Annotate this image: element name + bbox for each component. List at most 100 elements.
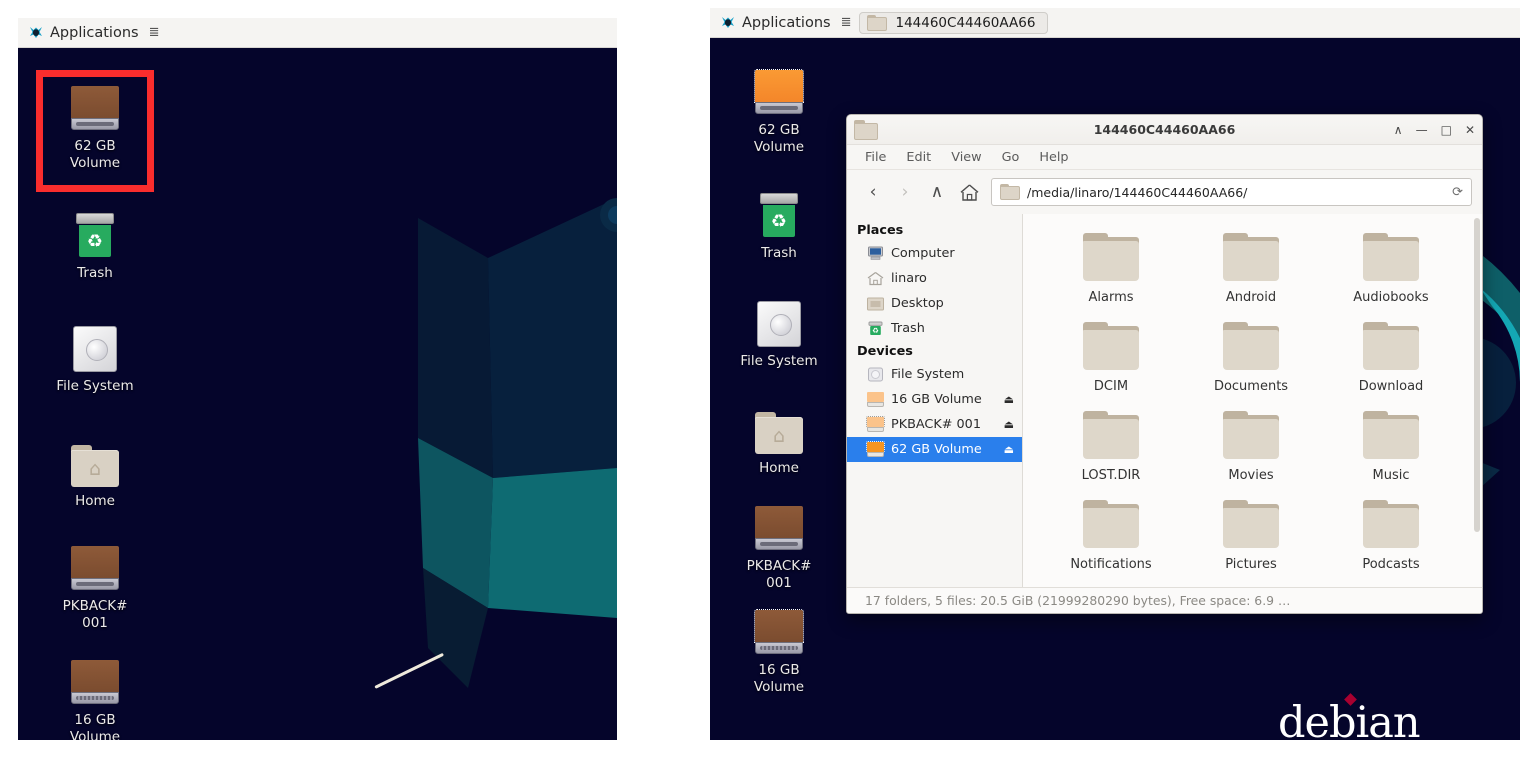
applications-menu-right[interactable]: Applications ≣ (710, 8, 851, 37)
removable-volume-icon (42, 650, 148, 706)
sidebar-item-pkback-001[interactable]: PKBACK# 001 ⏏ (847, 412, 1022, 437)
path-input[interactable]: /media/linaro/144460C44460AA66/ ⟳ (991, 178, 1472, 206)
home-folder-icon: ⌂ (42, 431, 148, 487)
home-button[interactable] (953, 177, 985, 207)
applications-menu-left[interactable]: Applications ≣ (18, 18, 159, 47)
volume-icon (867, 392, 884, 407)
forward-button[interactable]: › (889, 177, 921, 207)
eject-icon[interactable]: ⏏ (1004, 393, 1014, 406)
file-item[interactable]: Movies (1181, 404, 1321, 483)
desktop-icon-label: Volume (42, 155, 148, 172)
status-bar: 17 folders, 5 files: 20.5 GiB (219992802… (847, 587, 1482, 613)
eject-icon[interactable]: ⏏ (1004, 443, 1014, 456)
file-item[interactable]: LOST.DIR (1041, 404, 1181, 483)
vertical-scrollbar[interactable] (1474, 218, 1480, 583)
file-item-label: Notifications (1041, 557, 1181, 572)
menu-item-view[interactable]: View (951, 150, 981, 165)
up-button[interactable]: ∧ (921, 177, 953, 207)
desktop-icon-trash[interactable]: ♻ Trash (726, 183, 832, 262)
desktop-icon-label: 62 GB (42, 138, 148, 155)
file-item[interactable]: DCIM (1041, 315, 1181, 394)
sidebar-item-label: PKBACK# 001 (891, 417, 981, 432)
sidebar-item-computer[interactable]: Computer (847, 241, 1022, 266)
removable-volume-icon (42, 76, 148, 132)
folder-icon (1181, 493, 1321, 555)
trash-icon: ♻ (867, 321, 884, 336)
sidebar-item-label: linaro (891, 271, 927, 286)
debian-logo: debian (1278, 698, 1420, 740)
sidebar-item-desktop[interactable]: Desktop (847, 291, 1022, 316)
reload-icon[interactable]: ⟳ (1452, 185, 1463, 200)
back-button[interactable]: ‹ (857, 177, 889, 207)
menu-item-edit[interactable]: Edit (906, 150, 931, 165)
file-item[interactable]: Podcasts (1321, 493, 1461, 572)
desktop-icon-home[interactable]: ⌂ Home (42, 431, 148, 510)
sidebar-item-trash[interactable]: ♻ Trash (847, 316, 1022, 341)
file-item[interactable]: Alarms (1041, 226, 1181, 305)
sidebar-group-devices-title: Devices (847, 341, 1022, 362)
desktop-icon-62gb-volume[interactable]: 62 GB Volume (726, 60, 832, 156)
folder-icon (1041, 404, 1181, 466)
maximize-button[interactable]: □ (1441, 123, 1452, 137)
desktop-icon-62gb-volume[interactable]: 62 GB Volume (42, 76, 148, 172)
applications-label: Applications (50, 25, 139, 41)
desktop-icon-trash[interactable]: ♻ Trash (42, 203, 148, 282)
desktop-icon-home[interactable]: ⌂ Home (726, 398, 832, 477)
close-button[interactable]: ✕ (1465, 123, 1475, 137)
menu-item-go[interactable]: Go (1002, 150, 1020, 165)
toolbar: ‹ › ∧ /media/linaro/144460C44460AA66/ ⟳ (847, 170, 1482, 214)
sidebar-item-16gb-volume[interactable]: 16 GB Volume ⏏ (847, 387, 1022, 412)
file-item[interactable]: Notifications (1041, 493, 1181, 572)
hamburger-icon[interactable]: ≣ (149, 25, 160, 40)
file-list-view[interactable]: Alarms Android Audiobooks DCIM Documents… (1023, 214, 1482, 587)
xfce-mouse-icon (720, 15, 736, 31)
desktop-icon-label: 16 GB (726, 662, 832, 679)
hamburger-icon[interactable]: ≣ (841, 15, 852, 30)
desktop-icon-label: Home (42, 493, 148, 510)
sidebar-item-62gb-volume[interactable]: 62 GB Volume ⏏ (847, 437, 1022, 462)
desktop-icon-file-system[interactable]: File System (42, 316, 148, 395)
sidebar-item-linaro[interactable]: linaro (847, 266, 1022, 291)
file-item[interactable]: Android (1181, 226, 1321, 305)
file-item[interactable]: Music (1321, 404, 1461, 483)
file-item[interactable]: Pictures (1181, 493, 1321, 572)
shade-button[interactable]: ∧ (1394, 123, 1403, 137)
home-icon (867, 271, 884, 286)
desktop-icon-16gb-volume[interactable]: 16 GB Volume (42, 650, 148, 740)
menu-item-help[interactable]: Help (1039, 150, 1068, 165)
file-item[interactable]: Download (1321, 315, 1461, 394)
file-item-label: Documents (1181, 379, 1321, 394)
scrollbar-thumb[interactable] (1474, 218, 1480, 532)
file-item[interactable]: Audiobooks (1321, 226, 1461, 305)
desktop-icon-pkback-001[interactable]: PKBACK# 001 (42, 536, 148, 632)
left-desktop-screenshot: Applications ≣ (18, 18, 617, 740)
sidebar-item-label: 16 GB Volume (891, 392, 982, 407)
desktop-icon-label: Trash (42, 265, 148, 282)
trash-icon: ♻ (726, 183, 832, 239)
file-item-label: Download (1321, 379, 1461, 394)
desktop-icon-file-system[interactable]: File System (726, 291, 832, 370)
file-item[interactable]: Documents (1181, 315, 1321, 394)
applications-label: Applications (742, 15, 831, 31)
folder-icon (1041, 493, 1181, 555)
folder-icon (1041, 315, 1181, 377)
desktop-icon-label: 001 (726, 575, 832, 592)
file-grid: Alarms Android Audiobooks DCIM Documents… (1023, 214, 1482, 582)
folder-icon (1321, 493, 1461, 555)
menu-item-file[interactable]: File (865, 150, 886, 165)
left-wallpaper: 62 GB Volume ♻ Trash File System ⌂ Home (18, 48, 617, 740)
computer-icon (867, 246, 884, 261)
desktop-icon-label: File System (42, 378, 148, 395)
taskbar-button-file-manager[interactable]: 144460C44460AA66 (859, 12, 1048, 34)
xfce-mouse-icon (28, 25, 44, 41)
volume-icon (867, 442, 884, 457)
desktop-icon-pkback-001[interactable]: PKBACK# 001 (726, 496, 832, 592)
sidebar-item-label: Computer (891, 246, 955, 261)
eject-icon[interactable]: ⏏ (1004, 418, 1014, 431)
sidebar-item-file-system[interactable]: File System (847, 362, 1022, 387)
window-titlebar[interactable]: 144460C44460AA66 ∧ — □ ✕ (847, 115, 1482, 145)
file-item-label: Audiobooks (1321, 290, 1461, 305)
desktop-icon-16gb-volume[interactable]: 16 GB Volume (726, 600, 832, 696)
folder-icon (1321, 404, 1461, 466)
minimize-button[interactable]: — (1416, 123, 1428, 137)
